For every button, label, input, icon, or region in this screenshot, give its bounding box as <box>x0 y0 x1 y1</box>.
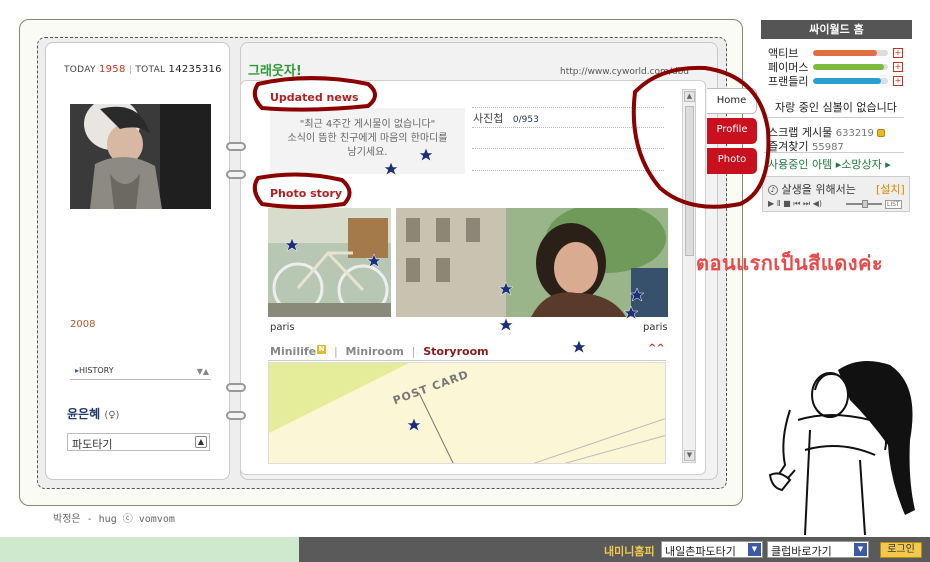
annotation-note: ตอนแรกเป็นสีแดงค่ะ <box>696 251 884 275</box>
login-button[interactable]: 로그인 <box>880 542 922 558</box>
music-note-icon: ♪ <box>768 185 778 195</box>
item-in-use-link[interactable]: 사용중인 아템 ▸소망상자 ▸ <box>768 156 891 172</box>
photo-caption: paris <box>643 322 668 333</box>
total-label: TOTAL <box>135 65 166 75</box>
plus-icon[interactable]: + <box>893 76 903 86</box>
updated-news-label: Updated news <box>270 91 359 104</box>
divider <box>472 148 664 149</box>
minihome-title: 그래웃자! <box>248 64 302 79</box>
chevron-up-icon: ▲ <box>195 436 207 448</box>
history-label: HISTORY <box>79 366 114 375</box>
stat-bar-friendly <box>813 78 888 84</box>
photobook-label: 사진첩 <box>473 112 504 125</box>
tab-minilife[interactable]: Minilife <box>270 345 316 358</box>
photobook-count: 0/953 <box>512 115 539 125</box>
bgm-controls[interactable]: ▶ Ⅱ ■ ⏮ ⏭ ◀) <box>768 199 822 209</box>
scrollbar-thumb[interactable] <box>685 106 694 256</box>
tab-underline <box>268 360 666 361</box>
plus-icon[interactable]: + <box>893 62 903 72</box>
symbol-status: 자랑 중인 심볼이 없습니다 <box>775 101 897 114</box>
tab-home[interactable]: Home <box>707 88 757 114</box>
bottom-bar-left <box>0 537 299 562</box>
hug-doodle-illustration <box>768 361 915 535</box>
profile-photo-image <box>70 104 211 209</box>
stat-bar-fill <box>813 50 877 56</box>
history-toggle-icon[interactable]: ▼▲ <box>197 367 209 376</box>
storyroom-canvas[interactable]: POST CARD <box>268 362 666 464</box>
news-empty-line: 남기세요. <box>347 147 388 158</box>
minihome-url[interactable]: http://www.cyworld.com/dbd <box>560 67 689 77</box>
divider <box>764 152 904 153</box>
dropdown-value: 내일촌파도타기 <box>665 545 736 558</box>
playlist-button[interactable]: LIST <box>885 200 902 209</box>
divider <box>472 170 664 171</box>
binder-ring <box>226 383 246 392</box>
photo-story-thumbnail[interactable] <box>268 208 391 317</box>
club-shortcut-dropdown[interactable]: 클럽바로가기 ▼ <box>767 541 869 558</box>
binder-ring <box>226 411 246 420</box>
scroll-up-icon[interactable]: ▲ <box>684 91 695 102</box>
photo-story-label: Photo story <box>270 187 343 200</box>
content-scrollbar[interactable]: ▲ ▼ <box>682 89 696 463</box>
stat-bar-fill <box>813 78 881 84</box>
chevron-down-icon: ▼ <box>854 543 867 556</box>
bgm-title: ♪ 살생을 위해서는 <box>768 181 856 197</box>
total-count: 14235316 <box>168 64 222 75</box>
ilchon-wave-dropdown[interactable]: 내일촌파도타기 ▼ <box>661 541 763 558</box>
profile-photo[interactable] <box>70 104 211 209</box>
gender-icon: (♀) <box>104 410 120 421</box>
photobook-link[interactable]: 사진첩 0/953 <box>473 110 539 126</box>
owner-name: 윤은혜 (♀) <box>67 405 119 422</box>
stat-bar-famous <box>813 64 888 70</box>
coin-icon <box>877 129 886 137</box>
stat-bar-active <box>813 50 888 56</box>
binder-ring <box>226 170 246 179</box>
scroll-down-icon[interactable]: ▼ <box>684 450 695 461</box>
bgm-track-name: 살생을 위해서는 <box>781 183 856 196</box>
stat-label: 프랜들리 <box>768 75 809 88</box>
divider <box>472 107 664 108</box>
bgm-install-link[interactable]: [설치] <box>876 181 905 197</box>
volume-slider-handle[interactable] <box>862 200 868 208</box>
binder-ring <box>226 142 246 151</box>
divider <box>764 117 904 118</box>
today-count: 1958 <box>98 64 126 75</box>
room-tabs: Minilife N | Miniroom | Storyroom <box>270 345 489 358</box>
photo-caption: paris <box>270 322 295 333</box>
visitor-counter: TODAY 1958 | TOTAL 14235316 <box>64 64 222 75</box>
wave-select[interactable]: 파도타기 ▲ <box>67 433 210 451</box>
collapse-icon[interactable]: ^^ <box>648 343 665 354</box>
cyworld-home-button[interactable]: 싸이월드 홈 <box>761 20 912 39</box>
plus-icon[interactable]: + <box>893 48 903 58</box>
credit-text: 박정은 - hug ⓒ vomvom <box>53 514 175 525</box>
tab-separator: | <box>333 345 338 358</box>
tab-miniroom[interactable]: Miniroom <box>346 345 404 358</box>
portrait-photo <box>396 208 668 317</box>
wave-select-value: 파도타기 <box>72 438 113 451</box>
updated-news-box: "최근 4주간 게시물이 없습니다" 소식이 뜸한 친구에게 마음의 한마디를 … <box>270 108 465 174</box>
tab-photo[interactable]: Photo <box>707 148 757 174</box>
my-minihome-link[interactable]: 내미니홈피 <box>604 543 655 559</box>
bicycle-photo <box>268 208 391 317</box>
news-empty-line: "최근 4주간 게시물이 없습니다" <box>299 119 436 130</box>
year-label: 2008 <box>70 319 96 330</box>
dropdown-value: 클럽바로가기 <box>771 545 832 558</box>
today-label: TODAY <box>64 65 96 75</box>
stat-bar-fill <box>813 64 885 70</box>
history-bar[interactable]: ▸HISTORY ▼▲ <box>70 366 211 380</box>
minihome-screen: TODAY 1958 | TOTAL 14235316 그래웃자! http:/… <box>0 0 930 562</box>
chevron-down-icon: ▼ <box>748 543 761 556</box>
news-empty-line: 소식이 뜸한 친구에게 마음의 한마디를 <box>287 133 448 144</box>
new-badge: N <box>317 345 327 354</box>
tab-storyroom[interactable]: Storyroom <box>423 345 488 358</box>
owner-name-text: 윤은혜 <box>67 407 101 421</box>
tab-profile[interactable]: Profile <box>707 118 757 144</box>
photo-story-thumbnail[interactable] <box>396 208 668 317</box>
tab-separator: | <box>411 345 416 358</box>
divider <box>472 127 664 128</box>
